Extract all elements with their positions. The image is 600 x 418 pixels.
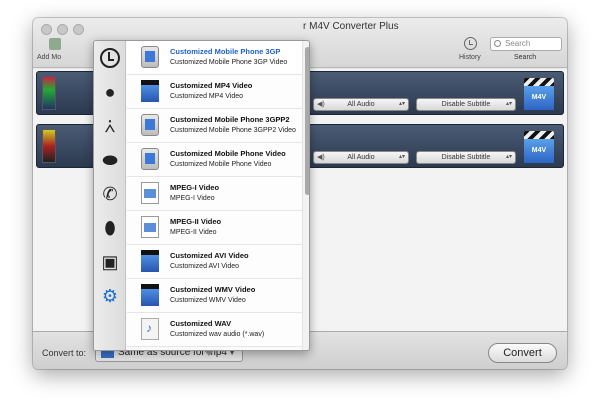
app-store-icon[interactable]: ⩑ bbox=[97, 113, 123, 139]
gears-icon[interactable]: ⚙ bbox=[97, 283, 123, 309]
phone-icon[interactable]: ✆ bbox=[97, 181, 123, 207]
subtitle-select[interactable]: Disable Subtitle ▴▾ bbox=[416, 98, 516, 111]
format-item-3gpp2[interactable]: Customized Mobile Phone 3GPP2 Customized… bbox=[127, 109, 302, 143]
clapper-icon bbox=[524, 131, 554, 139]
add-movie-label[interactable]: Add Mo bbox=[37, 54, 61, 61]
search-label: Search bbox=[514, 54, 537, 61]
speaker-icon: ◀) bbox=[317, 154, 325, 161]
output-format-icon[interactable]: M4V bbox=[524, 78, 554, 110]
zoom-window-button[interactable] bbox=[73, 24, 84, 35]
search-placeholder: Search bbox=[505, 39, 531, 48]
audio-track-select[interactable]: ◀) All Audio ▴▾ bbox=[313, 151, 409, 164]
format-item-phone-video[interactable]: Customized Mobile Phone Video Customized… bbox=[127, 143, 302, 177]
audio-note-icon bbox=[141, 318, 159, 340]
avi-clapper-icon bbox=[141, 250, 159, 272]
film-icon[interactable]: ▣ bbox=[97, 249, 123, 275]
minimize-window-button[interactable] bbox=[57, 24, 68, 35]
close-window-button[interactable] bbox=[41, 24, 52, 35]
mpeg-file-icon bbox=[141, 182, 159, 204]
add-movie-icon[interactable] bbox=[49, 38, 61, 50]
apple-icon[interactable]: ● bbox=[97, 79, 123, 105]
gamepad-icon[interactable]: ⬮ bbox=[97, 215, 123, 241]
mobile-phone-icon bbox=[141, 114, 159, 136]
search-input[interactable]: Search bbox=[490, 37, 562, 51]
format-item-wmv[interactable]: Customized WMV Video Customized WMV Vide… bbox=[127, 279, 302, 313]
convert-button[interactable]: Convert bbox=[488, 343, 557, 363]
format-item-wav[interactable]: Customized WAV Customized wav audio (*.w… bbox=[127, 313, 302, 347]
history-icon[interactable] bbox=[464, 37, 477, 50]
scrollbar-thumb[interactable] bbox=[305, 47, 309, 195]
mobile-phone-icon bbox=[141, 148, 159, 170]
format-list-scrollbar[interactable] bbox=[302, 41, 309, 350]
subtitle-select[interactable]: Disable Subtitle ▴▾ bbox=[416, 151, 516, 164]
video-thumbnail bbox=[42, 129, 56, 163]
android-icon[interactable]: ⬬ bbox=[97, 147, 123, 173]
history-label[interactable]: History bbox=[459, 54, 481, 61]
mobile-phone-icon bbox=[141, 46, 159, 68]
mp4-clapper-icon bbox=[141, 80, 159, 102]
format-list: Customized Mobile Phone 3GP Customized M… bbox=[127, 41, 302, 350]
output-format-icon[interactable]: M4V bbox=[524, 131, 554, 163]
clapper-icon bbox=[524, 78, 554, 86]
format-item-mp4[interactable]: Customized MP4 Video Customized MP4 Vide… bbox=[127, 75, 302, 109]
speaker-icon: ◀) bbox=[317, 101, 325, 108]
window-title: r M4V Converter Plus bbox=[303, 21, 399, 32]
audio-track-select[interactable]: ◀) All Audio ▴▾ bbox=[313, 98, 409, 111]
search-icon bbox=[494, 40, 501, 47]
format-item-mpeg2[interactable]: MPEG-II Video MPEG-II Video bbox=[127, 211, 302, 245]
video-thumbnail bbox=[42, 76, 56, 110]
format-popup: ● ⩑ ⬬ ✆ ⬮ ▣ ⚙ Customized Mobile Phone 3G… bbox=[93, 40, 310, 351]
format-item-avi[interactable]: Customized AVI Video Customized AVI Vide… bbox=[127, 245, 302, 279]
clock-icon[interactable] bbox=[97, 45, 123, 71]
format-item-3gp[interactable]: Customized Mobile Phone 3GP Customized M… bbox=[127, 41, 302, 75]
wmv-clapper-icon bbox=[141, 284, 159, 306]
mpeg-file-icon bbox=[141, 216, 159, 238]
format-item-mpeg1[interactable]: MPEG-I Video MPEG-I Video bbox=[127, 177, 302, 211]
category-sidebar: ● ⩑ ⬬ ✆ ⬮ ▣ ⚙ bbox=[94, 41, 126, 350]
convert-to-label: Convert to: bbox=[42, 348, 87, 358]
app-window: r M4V Converter Plus Add Mo History Sear… bbox=[33, 18, 567, 369]
